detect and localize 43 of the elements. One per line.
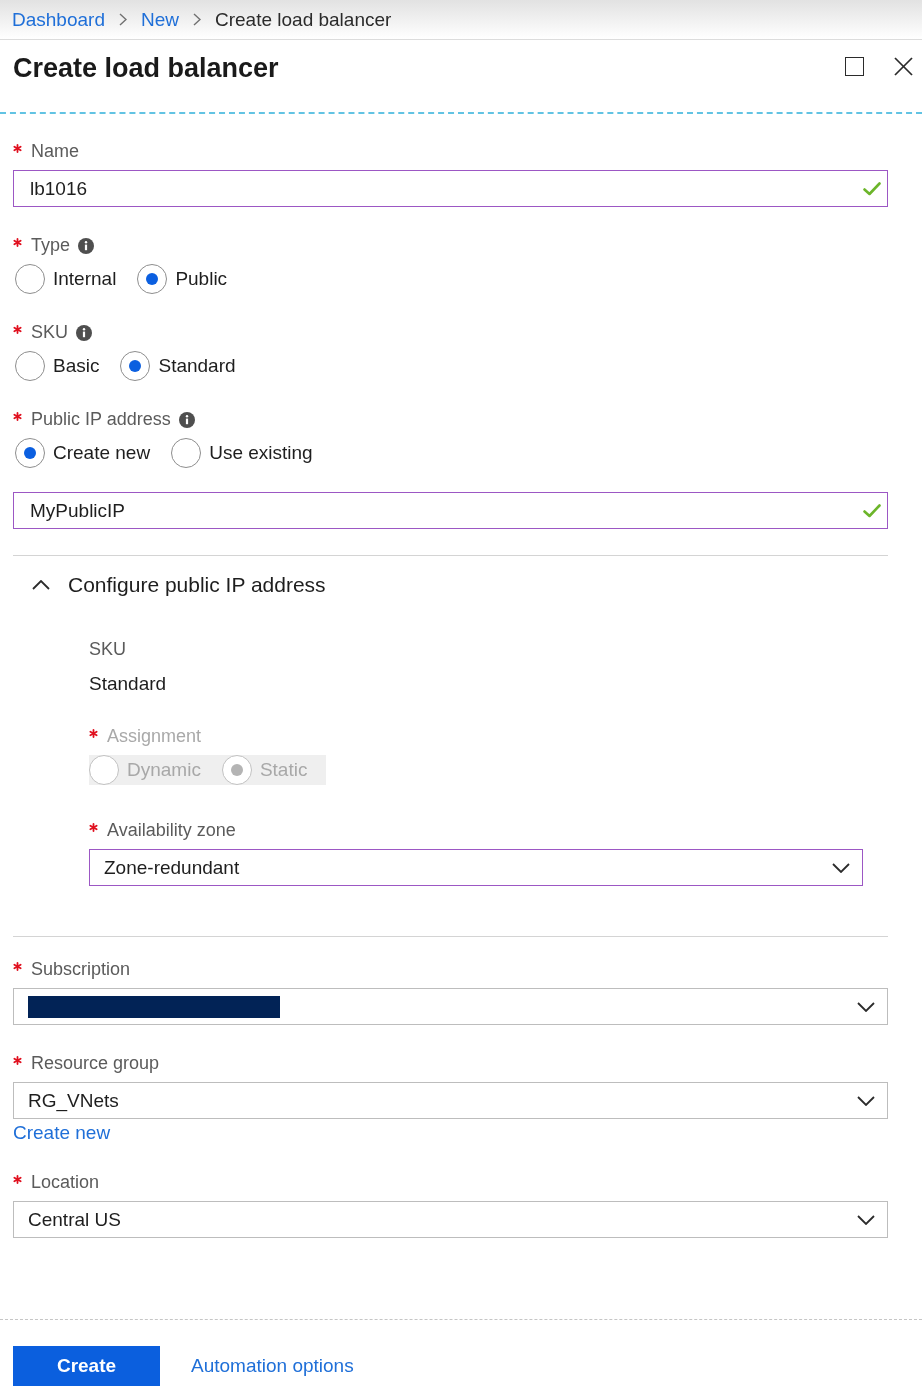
close-icon <box>894 57 913 76</box>
breadcrumb-current: Create load balancer <box>214 7 392 32</box>
create-new-link[interactable]: Create new <box>13 1122 111 1144</box>
breadcrumb-link[interactable]: New <box>140 7 179 32</box>
chevron-right-icon <box>192 13 201 26</box>
radio-option[interactable]: Internal <box>15 264 117 294</box>
info-icon[interactable] <box>178 412 195 428</box>
radio-option[interactable]: Basic <box>15 351 100 381</box>
field-label: SKU <box>89 638 126 661</box>
field-label: Name <box>31 140 79 163</box>
field-label: Public IP address <box>31 408 171 431</box>
radio-option[interactable]: Public <box>137 264 228 294</box>
blade-title: Create load balancer <box>13 52 279 85</box>
maximize-button[interactable] <box>845 57 864 76</box>
field-label: SKU <box>31 321 68 344</box>
info-icon[interactable] <box>76 325 92 341</box>
automation-options-link[interactable]: Automation options <box>191 1354 354 1378</box>
chevron-down-icon <box>857 1214 875 1225</box>
field-label: Availability zone <box>107 819 236 842</box>
dropdown[interactable]: Central US <box>13 1201 888 1238</box>
field-label: Assignment <box>107 725 202 748</box>
radio-option[interactable]: Create new <box>15 438 151 468</box>
chevron-down-icon <box>857 1001 875 1012</box>
breadcrumb-link[interactable]: Dashboard <box>12 7 105 32</box>
field-label: Subscription <box>31 958 131 981</box>
radio-option[interactable]: Standard <box>120 351 236 381</box>
text-input[interactable]: MyPublicIP <box>13 492 888 529</box>
info-icon[interactable] <box>78 238 95 254</box>
field-label: Resource group <box>31 1052 160 1075</box>
radio-option[interactable]: Use existing <box>171 438 313 468</box>
chevron-right-icon <box>118 13 127 26</box>
dropdown[interactable]: Zone-redundant <box>89 849 863 886</box>
section-header[interactable]: Configure public IP address <box>32 571 326 599</box>
text-input[interactable]: lb1016 <box>13 170 888 207</box>
field-label: Location <box>31 1171 100 1194</box>
chevron-down-icon <box>832 862 850 873</box>
field-value: Standard <box>89 672 167 696</box>
chevron-down-icon <box>857 1095 875 1106</box>
dropdown[interactable]: RG_VNets <box>13 1082 888 1119</box>
dropdown[interactable] <box>13 988 888 1025</box>
field-label: Type <box>31 234 71 257</box>
close-button[interactable] <box>894 57 913 76</box>
create-button[interactable]: Create <box>13 1346 160 1386</box>
